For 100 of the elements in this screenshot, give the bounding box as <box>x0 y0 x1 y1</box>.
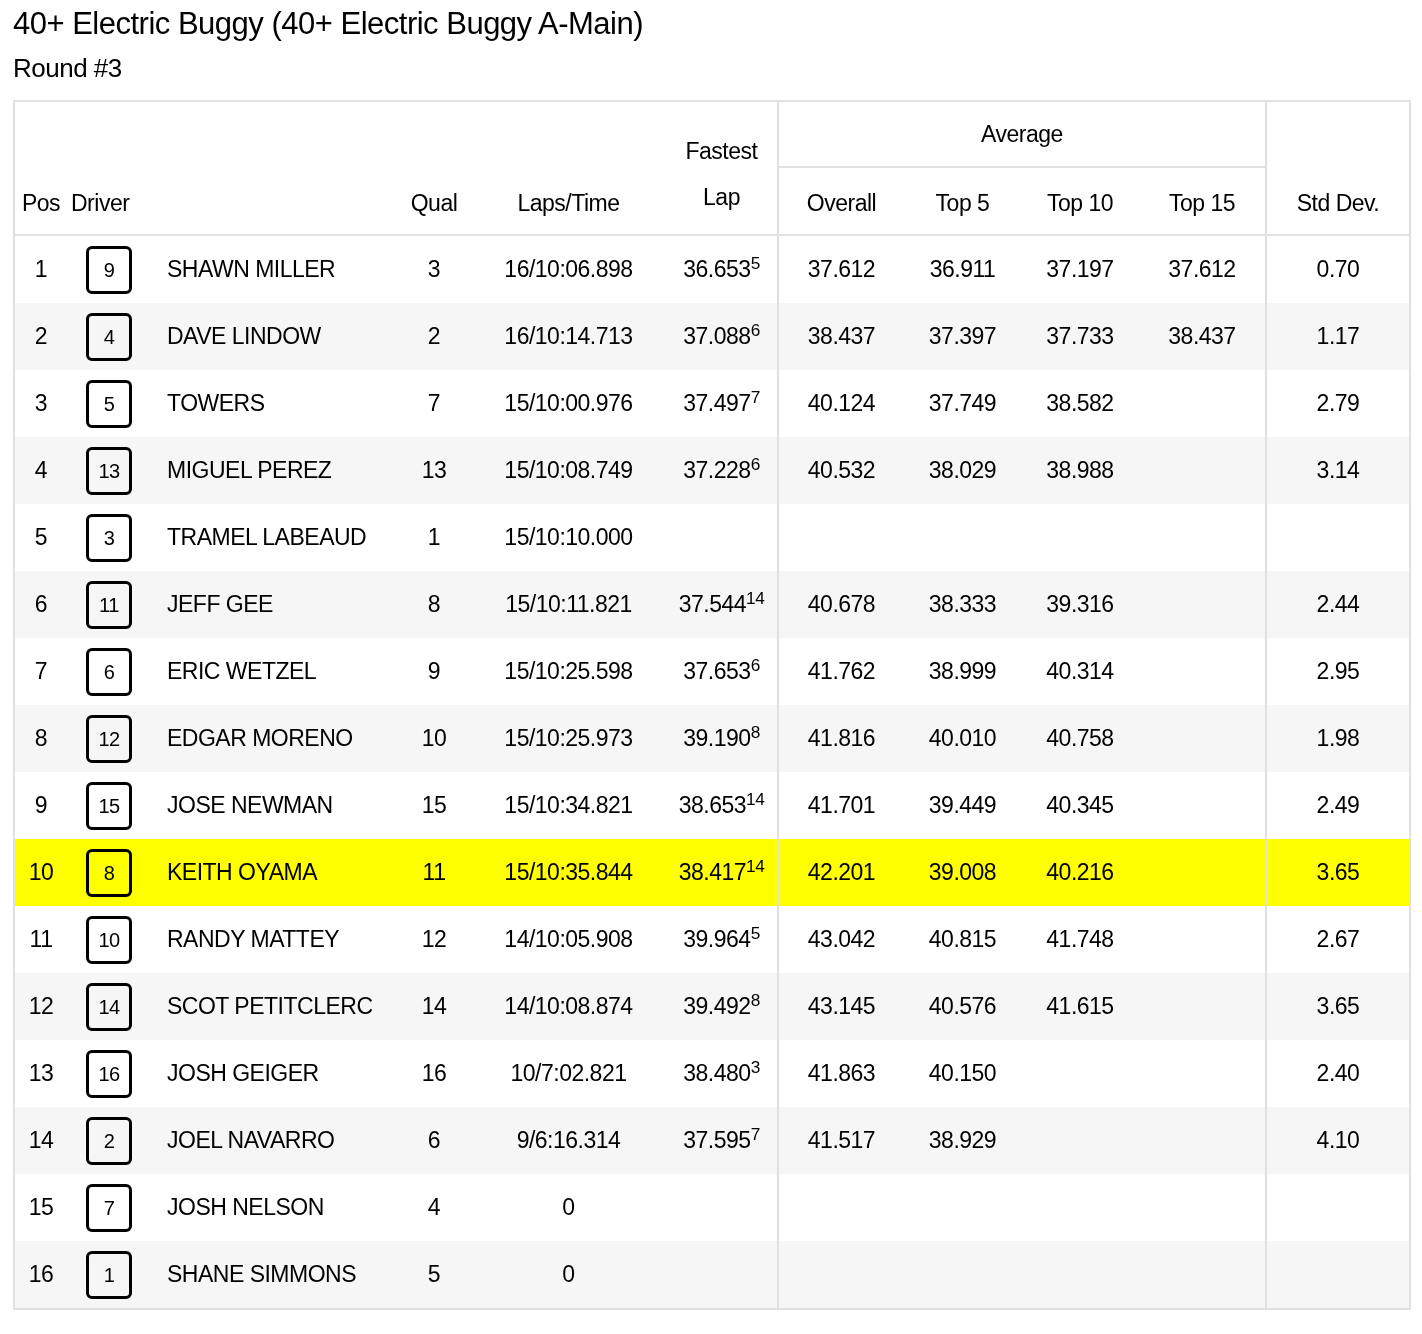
std-dev: 2.49 <box>1316 791 1360 821</box>
overall-average: 41.701 <box>807 791 876 821</box>
laps-time: 0 <box>562 1193 575 1223</box>
std-dev: 0.70 <box>1316 255 1360 285</box>
fastest-lap: 37.544$^{14}$ <box>678 587 765 620</box>
overall-average: 43.145 <box>807 992 876 1022</box>
laps-time: 14/10:05.908 <box>504 925 633 955</box>
column-header: Top 15 <box>1168 188 1236 218</box>
top5-average: 38.999 <box>928 657 997 687</box>
qual-position: 14 <box>421 992 447 1022</box>
driver-name: TOWERS <box>167 389 265 419</box>
overall-average: 41.863 <box>807 1059 876 1089</box>
top10-average: 41.615 <box>1046 992 1114 1022</box>
driver-name: RANDY MATTEY <box>167 925 340 955</box>
std-dev: 2.40 <box>1316 1059 1360 1089</box>
overall-average: 40.532 <box>807 456 876 486</box>
position: 15 <box>28 1193 54 1223</box>
car-number: 4 <box>86 312 132 361</box>
top10-average: 41.748 <box>1046 925 1114 955</box>
laps-time: 15/10:00.976 <box>504 389 633 419</box>
std-dev: 1.98 <box>1316 724 1360 754</box>
position: 16 <box>28 1260 54 1290</box>
column-header: Qual <box>410 188 458 218</box>
top5-average: 37.749 <box>928 389 997 419</box>
fastest-lap: 38.653$^{14}$ <box>678 788 765 821</box>
std-dev: 4.10 <box>1316 1126 1360 1156</box>
top10-average: 37.197 <box>1046 255 1114 285</box>
driver-name: EDGAR MORENO <box>167 724 353 754</box>
fastest-lap: 39.492$^{8}$ <box>683 989 760 1022</box>
driver-name: JOSE NEWMAN <box>167 791 333 821</box>
position: 9 <box>34 791 48 821</box>
std-dev: 1.17 <box>1316 322 1360 352</box>
overall-average: 41.816 <box>807 724 876 754</box>
car-number: 6 <box>86 647 132 696</box>
car-number: 8 <box>86 848 132 897</box>
qual-position: 2 <box>427 322 441 352</box>
position: 12 <box>28 992 54 1022</box>
top15-average: 37.612 <box>1168 255 1236 285</box>
std-dev: 2.44 <box>1316 590 1360 620</box>
laps-time: 15/10:08.749 <box>504 456 633 486</box>
fastest-lap: 38.480$^{3}$ <box>683 1056 760 1089</box>
overall-average: 41.762 <box>807 657 876 687</box>
column-header: Laps/Time <box>517 188 620 218</box>
qual-position: 6 <box>427 1126 441 1156</box>
position: 2 <box>34 322 48 352</box>
top5-average: 38.929 <box>928 1126 997 1156</box>
driver-name: SCOT PETITCLERC <box>167 992 373 1022</box>
car-number: 9 <box>86 245 132 294</box>
qual-position: 9 <box>427 657 441 687</box>
fastest-lap: 37.228$^{6}$ <box>683 453 760 486</box>
overall-average: 40.124 <box>807 389 876 419</box>
driver-name: KEITH OYAMA <box>167 858 317 888</box>
std-dev: 3.65 <box>1316 858 1360 888</box>
column-header: Fastest <box>685 137 758 166</box>
top15-average: 38.437 <box>1168 322 1236 352</box>
car-number: 12 <box>86 714 132 763</box>
column-header: Top 5 <box>935 188 990 218</box>
position: 7 <box>34 657 48 687</box>
column-header: Driver <box>71 188 130 218</box>
qual-position: 5 <box>427 1260 441 1290</box>
car-number: 15 <box>86 781 132 830</box>
qual-position: 3 <box>427 255 441 285</box>
driver-name: JOSH NELSON <box>167 1193 324 1223</box>
laps-time: 15/10:35.844 <box>504 858 633 888</box>
overall-average: 38.437 <box>807 322 876 352</box>
qual-position: 4 <box>427 1193 441 1223</box>
laps-time: 15/10:25.973 <box>504 724 633 754</box>
fastest-lap: 37.595$^{7}$ <box>683 1123 760 1156</box>
position: 4 <box>34 456 48 486</box>
top5-average: 39.008 <box>928 858 997 888</box>
top5-average: 40.150 <box>928 1059 997 1089</box>
page-title: 40+ Electric Buggy (40+ Electric Buggy A-Main) <box>13 6 644 41</box>
laps-time: 0 <box>562 1260 575 1290</box>
position: 5 <box>34 523 48 553</box>
laps-time: 15/10:10.000 <box>504 523 633 553</box>
std-dev: 2.67 <box>1316 925 1360 955</box>
std-dev: 2.79 <box>1316 389 1360 419</box>
qual-position: 8 <box>427 590 441 620</box>
overall-average: 41.517 <box>807 1126 876 1156</box>
std-dev: 2.95 <box>1316 657 1360 687</box>
position: 14 <box>28 1126 54 1156</box>
top10-average: 39.316 <box>1046 590 1114 620</box>
fastest-lap: 37.653$^{6}$ <box>683 654 760 687</box>
top10-average: 40.345 <box>1046 791 1114 821</box>
top10-average: 38.582 <box>1046 389 1114 419</box>
overall-average: 43.042 <box>807 925 876 955</box>
top5-average: 37.397 <box>928 322 997 352</box>
fastest-lap: 38.417$^{14}$ <box>678 855 765 888</box>
qual-position: 1 <box>427 523 441 553</box>
column-header: Lap <box>703 183 740 212</box>
car-number: 13 <box>86 446 132 495</box>
driver-name: DAVE LINDOW <box>167 322 321 352</box>
round-subtitle: Round #3 <box>13 53 122 83</box>
driver-name: TRAMEL LABEAUD <box>167 523 367 553</box>
car-number: 14 <box>86 982 132 1031</box>
top10-average: 38.988 <box>1046 456 1114 486</box>
std-dev: 3.65 <box>1316 992 1360 1022</box>
laps-time: 9/6:16.314 <box>516 1126 621 1156</box>
driver-name: JOSH GEIGER <box>167 1059 319 1089</box>
laps-time: 16/10:14.713 <box>504 322 633 352</box>
